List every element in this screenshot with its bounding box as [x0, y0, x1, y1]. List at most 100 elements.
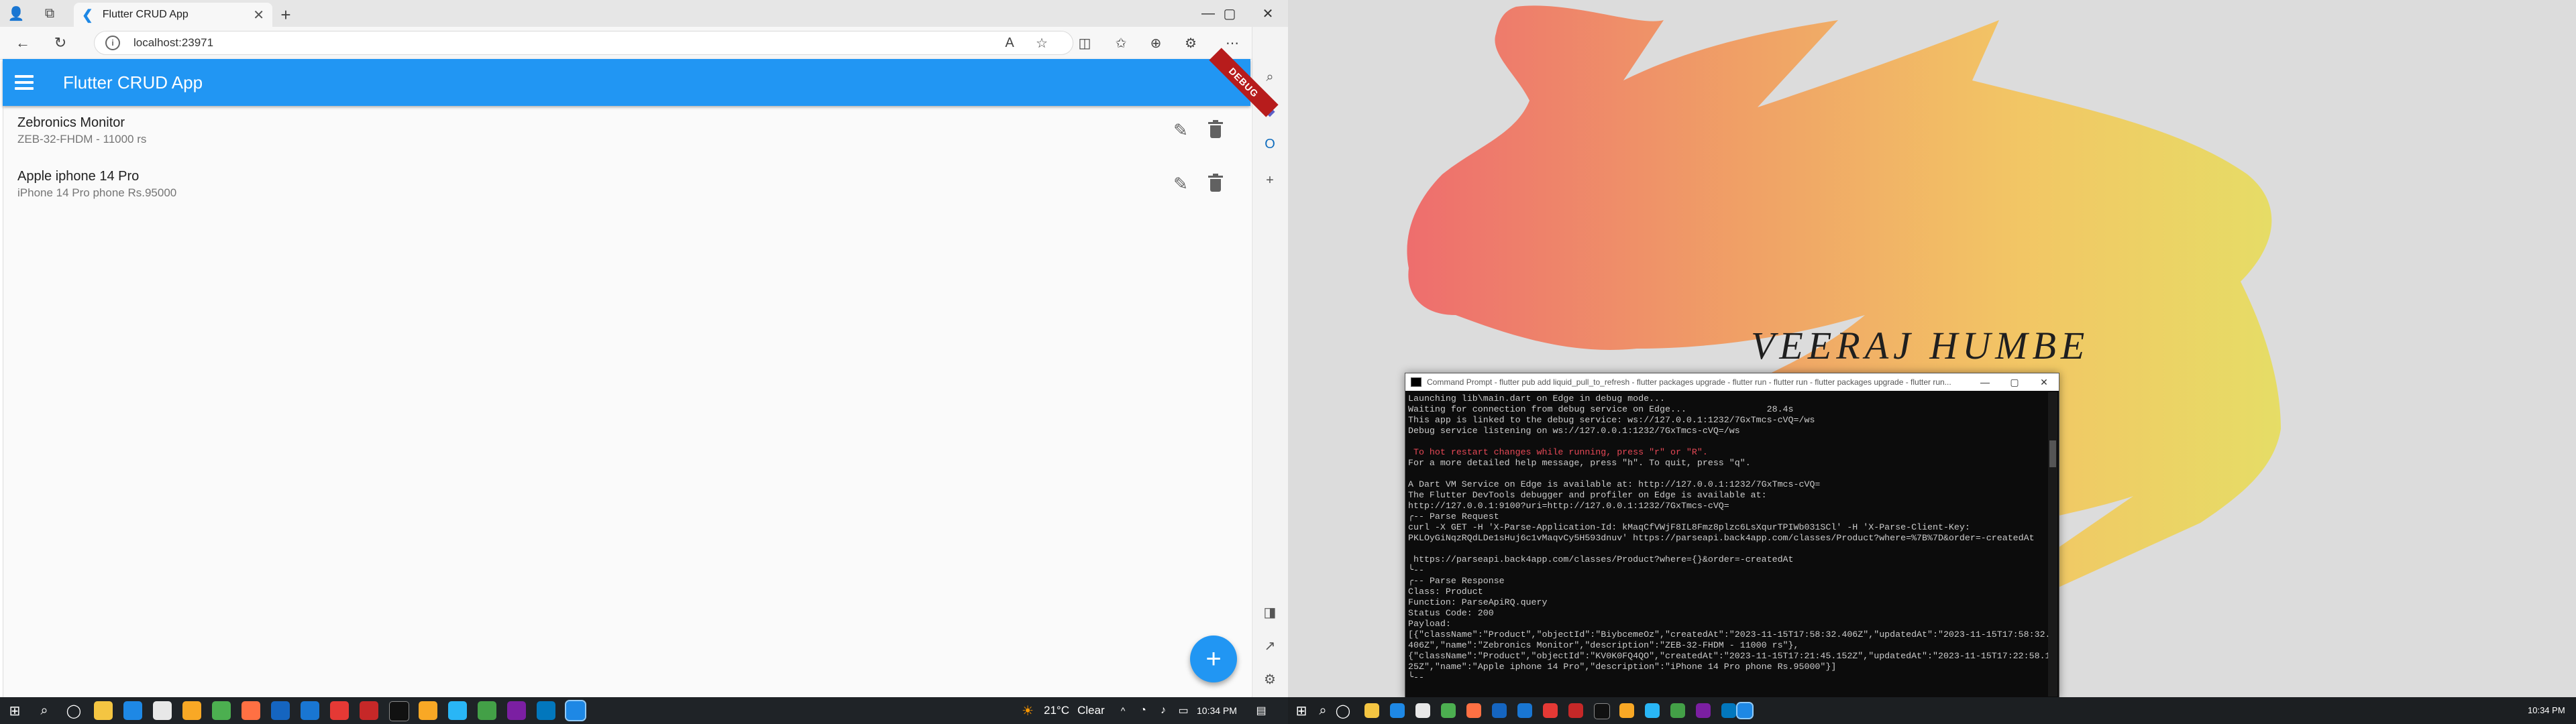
close-window-button[interactable]: ✕ — [1251, 3, 1285, 24]
favorites-icon[interactable]: ✩ — [1111, 34, 1131, 52]
cmd-scrollbar[interactable] — [2048, 392, 2057, 697]
address-bar[interactable]: i localhost:23971 — [94, 31, 1073, 55]
collections-icon[interactable]: ⊕ — [1146, 34, 1166, 52]
notification-icon[interactable]: ▤ — [1252, 701, 1271, 720]
start-icon-2[interactable]: ⊞ — [1292, 701, 1311, 720]
volume-icon[interactable]: ♪ — [1154, 701, 1173, 720]
extensions-icon[interactable]: ⚙ — [1181, 34, 1201, 52]
terminal-line: Class: Product — [1408, 587, 1483, 597]
sidebar-hide-icon[interactable]: ◨ — [1258, 601, 1281, 623]
read-aloud-icon[interactable]: A — [1000, 34, 1020, 52]
task-view-icon[interactable]: ◯ — [64, 701, 83, 720]
mail-icon-2[interactable] — [1492, 703, 1507, 718]
tab-flutter-crud-app[interactable]: ❮ Flutter CRUD App ✕ — [74, 3, 272, 27]
sidebar-outlook-icon[interactable]: O — [1258, 133, 1281, 156]
more-menu-icon[interactable]: ⋯ — [1222, 34, 1242, 52]
cmd-close-button[interactable]: ✕ — [2029, 377, 2059, 388]
edit-icon[interactable]: ✎ — [1170, 173, 1191, 194]
back-icon[interactable]: ← — [12, 34, 34, 52]
teams-icon[interactable] — [507, 701, 526, 720]
facebook-icon-2[interactable] — [1517, 703, 1532, 718]
favorite-star-icon[interactable]: ☆ — [1032, 34, 1052, 52]
youtube-icon[interactable] — [330, 701, 349, 720]
mail-icon[interactable] — [271, 701, 290, 720]
notepad-icon-2[interactable] — [1415, 703, 1430, 718]
file-explorer-icon-2[interactable] — [1364, 703, 1379, 718]
sidebar-search-icon[interactable]: ⌕ — [1258, 66, 1281, 88]
app-icon-1[interactable] — [182, 701, 201, 720]
edge-icon-2[interactable] — [1390, 703, 1405, 718]
cmd-output[interactable]: Launching lib\main.dart on Edge in debug… — [1408, 394, 2051, 683]
weather-icon: ☀ — [1022, 703, 1034, 719]
terminal-line: Function: ParseApiRQ.query — [1408, 597, 1548, 607]
app-icon-2[interactable] — [360, 701, 378, 720]
tray-chevron-icon[interactable]: ^ — [1114, 701, 1132, 720]
chrome-icon[interactable] — [212, 701, 231, 720]
notepad-icon[interactable] — [153, 701, 172, 720]
cmd-minimize-button[interactable]: — — [1970, 377, 2000, 387]
refresh-icon[interactable]: ↻ — [50, 34, 71, 52]
outlook-taskbar-icon[interactable] — [537, 701, 555, 720]
terminal-line: Waiting for connection from debug servic… — [1408, 404, 1794, 414]
taskbar-right — [1288, 697, 2576, 724]
cmd-scroll-thumb[interactable] — [2049, 440, 2056, 467]
sidebar-external-icon[interactable]: ↗ — [1258, 634, 1281, 657]
new-tab-button[interactable]: + — [276, 5, 295, 25]
file-explorer-icon[interactable] — [94, 701, 113, 720]
edit-icon[interactable]: ✎ — [1170, 119, 1191, 141]
edge-active-taskbar-icon[interactable] — [565, 700, 586, 721]
outlook-icon-2[interactable] — [1721, 703, 1736, 718]
app-icon-2b[interactable] — [1568, 703, 1583, 718]
list-item[interactable]: Apple iphone 14 Pro iPhone 14 Pro phone … — [3, 160, 1250, 213]
wifi-icon[interactable]: ◔ — [1134, 701, 1152, 720]
delete-icon[interactable] — [1205, 119, 1226, 141]
clock[interactable]: 10:34 PM — [1197, 703, 1237, 719]
app-icon-3[interactable] — [419, 701, 437, 720]
firefox-icon[interactable] — [241, 701, 260, 720]
app-icon-5[interactable] — [478, 701, 496, 720]
start-icon[interactable]: ⊞ — [5, 701, 24, 720]
app-icon-4[interactable] — [448, 701, 467, 720]
search-icon-2[interactable]: ⌕ — [1313, 701, 1332, 720]
task-view-icon-2[interactable]: ◯ — [1334, 701, 1352, 720]
profile-icon[interactable]: 👤 — [7, 4, 25, 23]
cmd-active-icon-2[interactable] — [1736, 702, 1754, 719]
clock-2[interactable]: 10:34 PM — [2528, 703, 2565, 719]
cmd-maximize-button[interactable]: ▢ — [2000, 377, 2029, 388]
terminal-icon-2[interactable] — [1594, 703, 1610, 719]
app-icon-5b[interactable] — [1670, 703, 1685, 718]
chrome-icon-2[interactable] — [1441, 703, 1456, 718]
sidebar-add-icon[interactable]: + — [1258, 169, 1281, 192]
maximize-button[interactable]: ▢ — [1213, 3, 1246, 24]
cmd-title-bar[interactable]: Command Prompt - flutter pub add liquid_… — [1405, 373, 2059, 391]
app-icon-4b[interactable] — [1645, 703, 1660, 718]
facebook-icon[interactable] — [301, 701, 319, 720]
site-info-icon[interactable]: i — [105, 36, 120, 50]
battery-icon[interactable]: ▭ — [1174, 701, 1193, 720]
tab-close-icon[interactable]: ✕ — [253, 7, 264, 23]
wallpaper-name: VEERAJ HUMBE — [1751, 324, 2090, 367]
edge-taskbar-icon[interactable] — [123, 701, 142, 720]
terminal-taskbar-icon[interactable] — [389, 701, 409, 721]
terminal-line: ╭-- Parse Response — [1408, 576, 1505, 586]
split-screen-icon[interactable]: ◫ — [1075, 34, 1095, 52]
youtube-icon-2[interactable] — [1543, 703, 1558, 718]
terminal-line: PKLOyGiNqzRQdLDe1sHuj6c1vMaqvCy5H593dnuv… — [1408, 533, 2035, 543]
terminal-line: ╰-- — [1408, 565, 1424, 575]
add-product-button[interactable]: + — [1190, 636, 1237, 682]
command-prompt-window[interactable]: Command Prompt - flutter pub add liquid_… — [1405, 373, 2059, 699]
teams-icon-2[interactable] — [1696, 703, 1711, 718]
url-text: localhost:23971 — [133, 36, 214, 49]
workspaces-icon[interactable]: ⧉ — [40, 4, 59, 23]
app-title: Flutter CRUD App — [63, 72, 203, 93]
delete-icon[interactable] — [1205, 173, 1226, 194]
list-item[interactable]: Zebronics Monitor ZEB-32-FHDM - 11000 rs… — [3, 106, 1250, 160]
terminal-line: Status Code: 200 — [1408, 608, 1494, 618]
firefox-icon-2[interactable] — [1466, 703, 1481, 718]
sidebar-settings-icon[interactable]: ⚙ — [1258, 668, 1281, 690]
search-icon[interactable]: ⌕ — [35, 701, 54, 720]
menu-icon[interactable] — [15, 71, 39, 94]
terminal-line: The Flutter DevTools debugger and profil… — [1408, 490, 1767, 500]
app-icon-3b[interactable] — [1619, 703, 1634, 718]
